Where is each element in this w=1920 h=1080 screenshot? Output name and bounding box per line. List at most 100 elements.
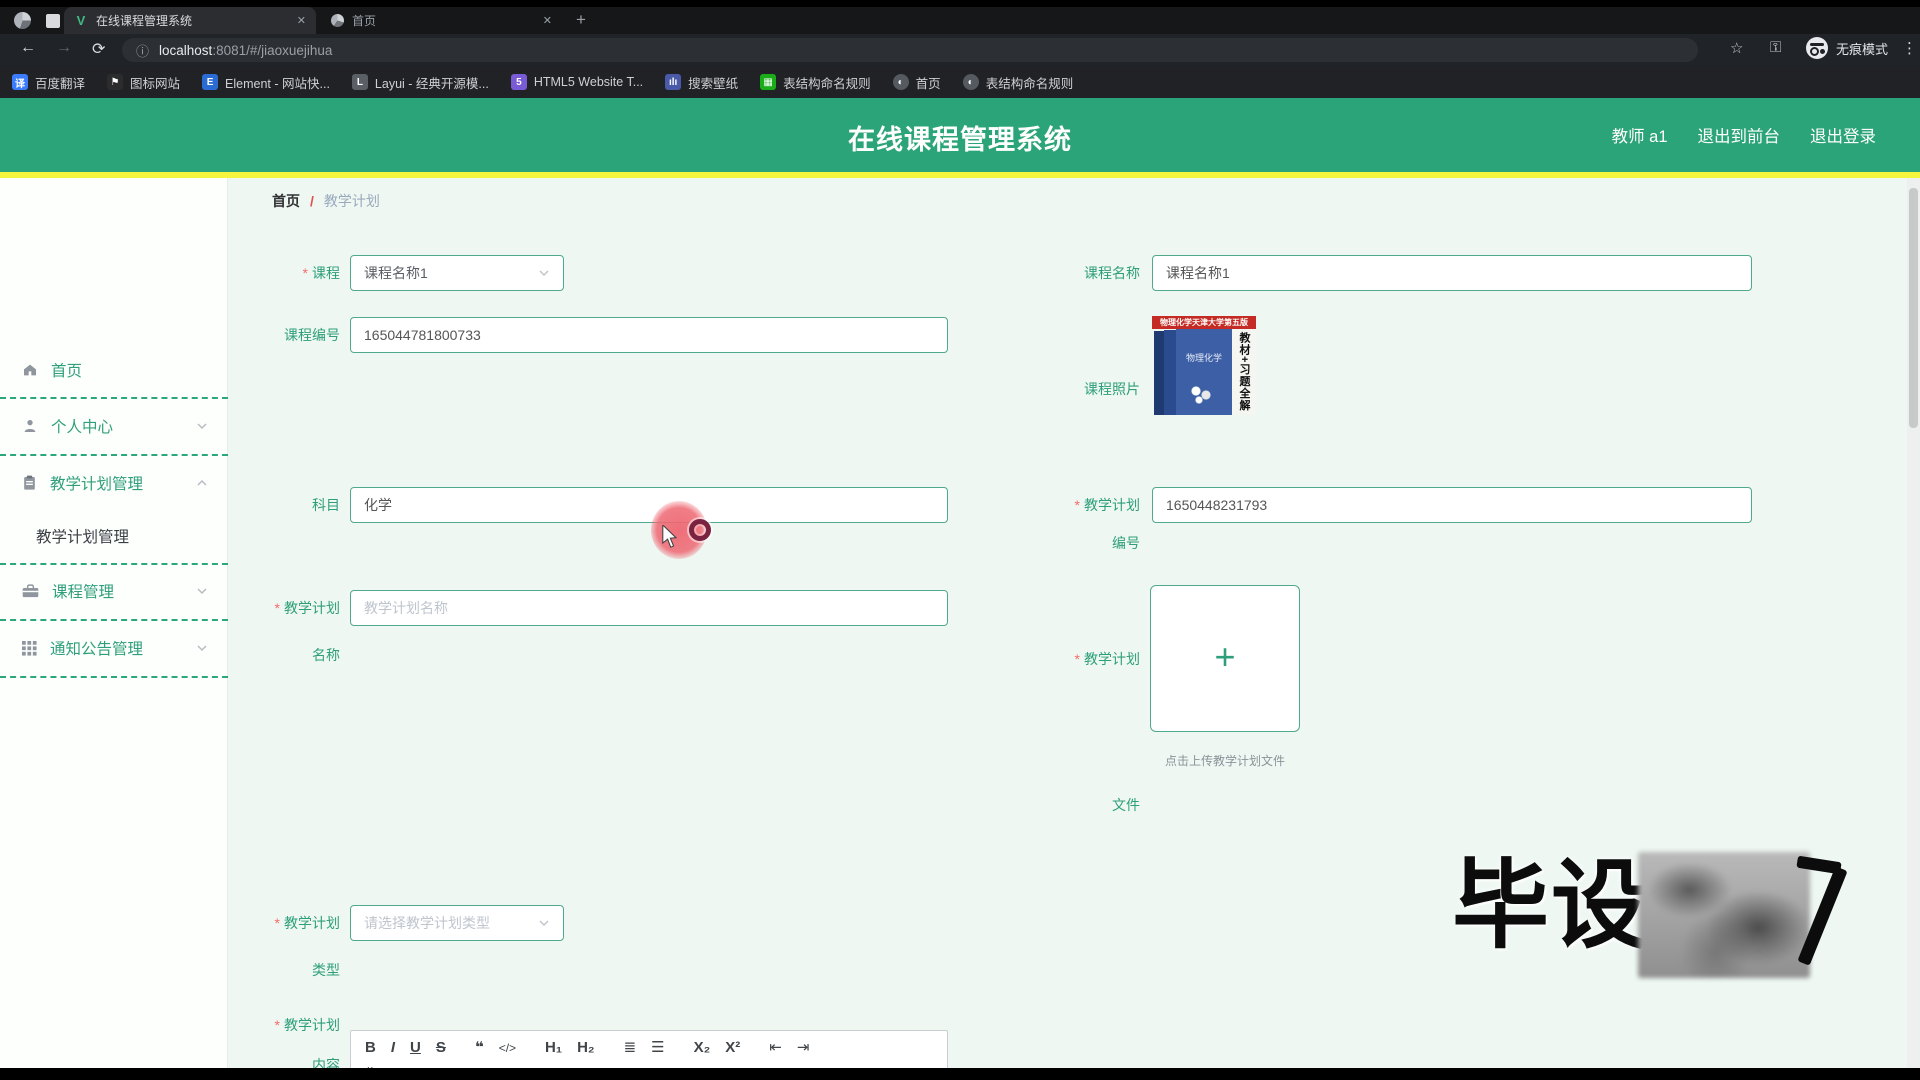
globe-favicon-icon	[330, 14, 344, 28]
forward-icon[interactable]: →	[56, 39, 72, 57]
bookmark-layui[interactable]: LLayui - 经典开源模...	[352, 73, 489, 92]
bookmark-homepage[interactable]: ◐首页	[893, 73, 941, 92]
divider	[0, 397, 228, 399]
file-upload-dropzone[interactable]: +	[1150, 585, 1300, 732]
exit-to-front-link[interactable]: 退出到前台	[1698, 123, 1781, 147]
site-info-icon[interactable]: ⓘ	[136, 41, 149, 60]
outdent-button[interactable]: ⇤	[769, 1039, 782, 1057]
bookmark-icon: L	[352, 74, 368, 90]
tab-close-icon[interactable]: ✕	[297, 14, 306, 27]
plan-type-select[interactable]: 请选择教学计划类型	[350, 905, 564, 941]
bookmark-icon: E	[202, 74, 218, 90]
plan-no-input[interactable]	[1152, 487, 1752, 523]
italic-button[interactable]: I	[391, 1039, 395, 1057]
chevron-up-icon	[196, 477, 208, 489]
menu-dots-icon[interactable]: ⋮	[1902, 39, 1917, 57]
upload-hint: 点击上传教学计划文件	[1143, 752, 1307, 769]
book-banner-text: 物理化学天津大学第五版	[1152, 316, 1256, 329]
editor-toolbar-row-1: B I U S ❝ </> H₁ H₂ ≣ ☰ X₂ X² ⇤ ⇥	[351, 1031, 947, 1063]
strikethrough-button[interactable]: S	[436, 1039, 446, 1057]
plan-type-label-2: 类型	[210, 952, 340, 988]
tab-title: 首页	[352, 12, 535, 29]
sidebar-item-teaching-plan-mgmt[interactable]: 教学计划管理	[0, 464, 228, 502]
new-tab-button[interactable]: +	[576, 10, 586, 30]
divider	[0, 563, 228, 565]
browser-window: V 在线课程管理系统 ✕ 首页 ✕ + ← → ⟳ ⓘ localhost :8…	[0, 7, 1920, 1068]
sidebar-subitem-teaching-plan-mgmt[interactable]: 教学计划管理	[36, 523, 216, 553]
course-select[interactable]: 课程名称1	[350, 255, 564, 291]
bookmark-element[interactable]: EElement - 网站快...	[202, 73, 330, 92]
bookmark-table-naming-2[interactable]: ◐表结构命名规则	[963, 73, 1074, 92]
divider	[0, 619, 228, 621]
code-button[interactable]: </>	[499, 1039, 516, 1057]
rich-text-editor[interactable]: B I U S ❝ </> H₁ H₂ ≣ ☰ X₂ X² ⇤ ⇥ ⟨⟩ A 字…	[350, 1030, 948, 1068]
course-photo-image[interactable]: 物理化学天津大学第五版 物理化学 教材+习题全解	[1152, 316, 1256, 416]
plus-icon: +	[1214, 636, 1235, 678]
reload-icon[interactable]: ⟳	[92, 39, 105, 59]
indent-button[interactable]: ⇥	[797, 1039, 810, 1057]
plan-content-label-2: 内容	[210, 1047, 340, 1068]
sidebar: 首页 个人中心 教学计划管理 教学计划管理 课程管理 通知公告管理	[0, 178, 228, 1068]
user-name[interactable]: 教师 a1	[1612, 123, 1668, 147]
user-icon	[22, 418, 38, 434]
logout-link[interactable]: 退出登录	[1810, 123, 1876, 147]
course-photo-label: 课程照片	[1010, 371, 1140, 407]
browser-logo-icon[interactable]	[14, 12, 31, 29]
tab-title: 在线课程管理系统	[96, 12, 289, 29]
bookmark-html5[interactable]: 5HTML5 Website T...	[511, 74, 643, 90]
key-icon[interactable]: ⚿	[1770, 39, 1781, 56]
breadcrumb: 首页 / 教学计划	[272, 191, 380, 211]
book-cover-title: 物理化学	[1176, 351, 1232, 364]
tab-close-icon[interactable]: ✕	[543, 14, 552, 27]
back-icon[interactable]: ←	[20, 39, 36, 57]
sidebar-item-personal-center[interactable]: 个人中心	[0, 407, 228, 445]
chevron-down-icon	[196, 642, 208, 654]
heading1-button[interactable]: H₁	[545, 1039, 562, 1057]
incognito-icon	[1806, 37, 1828, 59]
plan-type-label: *教学计划	[210, 905, 340, 941]
course-no-input[interactable]	[350, 317, 948, 353]
sidebar-item-course-mgmt[interactable]: 课程管理	[0, 572, 228, 610]
ordered-list-button[interactable]: ≣	[624, 1039, 637, 1057]
bookmark-icon-site[interactable]: ⚑图标网站	[107, 73, 180, 92]
pinned-tab-icon[interactable]	[46, 14, 60, 28]
address-bar[interactable]: ⓘ localhost :8081/#/jiaoxuejihua	[122, 38, 1698, 62]
letterbox-bar	[0, 1068, 1920, 1080]
incognito-badge: 无痕模式	[1806, 37, 1888, 59]
chevron-down-icon	[538, 267, 550, 279]
superscript-button[interactable]: X²	[725, 1039, 740, 1057]
bookmark-icon: ◐	[893, 74, 909, 90]
bullet-list-button[interactable]: ☰	[651, 1039, 664, 1057]
breadcrumb-current: 教学计划	[324, 191, 380, 211]
bold-button[interactable]: B	[365, 1039, 376, 1057]
heading2-button[interactable]: H₂	[577, 1039, 595, 1057]
course-name-input[interactable]	[1152, 255, 1752, 291]
breadcrumb-home[interactable]: 首页	[272, 191, 300, 211]
tab-course-system[interactable]: V 在线课程管理系统 ✕	[64, 7, 316, 34]
sidebar-item-notice-mgmt[interactable]: 通知公告管理	[0, 629, 228, 667]
subject-input[interactable]	[350, 487, 948, 523]
plan-name-label: *教学计划	[210, 590, 340, 626]
scrollbar-thumb[interactable]	[1909, 188, 1918, 428]
bookmark-table-naming[interactable]: ▦表结构命名规则	[760, 73, 871, 92]
chevron-down-icon	[196, 420, 208, 432]
bookmark-icon: ◐	[963, 74, 979, 90]
vue-favicon-icon: V	[74, 14, 88, 28]
bookmark-baidu-translate[interactable]: 译百度翻译	[12, 73, 85, 92]
sidebar-item-home[interactable]: 首页	[0, 351, 228, 389]
underline-button[interactable]: U	[410, 1039, 421, 1057]
subject-label: 科目	[210, 487, 340, 523]
course-name-label: 课程名称	[1010, 255, 1140, 291]
bookmark-icon: ▦	[760, 74, 776, 90]
bookmark-star-icon[interactable]: ☆	[1730, 39, 1743, 57]
plan-file-label: *教学计划	[1010, 641, 1140, 677]
tab-home[interactable]: 首页 ✕	[320, 7, 562, 34]
plan-name-input[interactable]	[350, 590, 948, 626]
subscript-button[interactable]: X₂	[694, 1039, 711, 1057]
blockquote-button[interactable]: ❝	[475, 1039, 484, 1057]
plan-no-label-2: 编号	[1010, 525, 1140, 561]
site-header: 在线课程管理系统 教师 a1 退出到前台 退出登录	[0, 98, 1920, 172]
bookmark-icon: 5	[511, 74, 527, 90]
bookmark-wallpaper[interactable]: ılı搜索壁纸	[665, 73, 738, 92]
accent-strip	[0, 172, 1920, 178]
